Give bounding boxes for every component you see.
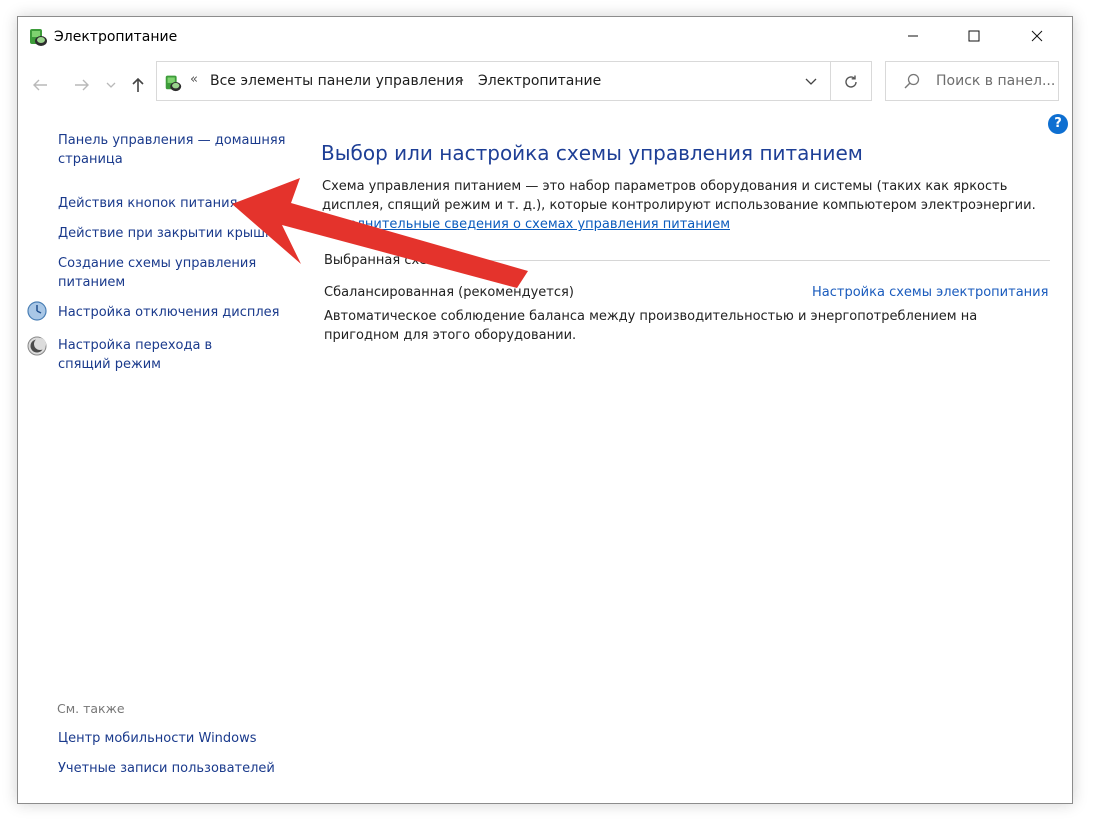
close-icon	[1031, 30, 1043, 42]
selected-plan-label: Выбранная схема	[324, 253, 445, 268]
description-text: Схема управления питанием — это набор па…	[322, 179, 1036, 213]
recent-locations-button[interactable]	[102, 73, 120, 97]
window-title: Электропитание	[54, 29, 178, 45]
minimize-icon	[908, 35, 918, 37]
lid-close-action-link[interactable]: Действие при закрытии крышки	[58, 224, 281, 243]
create-power-plan-link[interactable]: Создание схемы управления питанием	[58, 254, 268, 292]
control-panel-icon	[163, 72, 183, 92]
change-plan-settings-link[interactable]: Настройка схемы электропитания	[812, 285, 1048, 300]
arrow-right-icon	[75, 79, 89, 91]
balanced-plan-name: Сбалансированная (рекомендуется)	[324, 285, 574, 300]
arrow-left-icon	[33, 79, 47, 91]
breadcrumb-all-control-panel-items[interactable]: Все элементы панели управления	[210, 73, 463, 89]
turn-off-display-link[interactable]: Настройка отключения дисплея	[58, 303, 280, 322]
sleep-settings-link[interactable]: Настройка перехода в спящий режим	[58, 336, 268, 374]
power-options-icon	[27, 25, 49, 47]
page-title: Выбор или настройка схемы управления пит…	[321, 141, 863, 165]
refresh-icon	[845, 75, 857, 88]
power-buttons-action-link[interactable]: Действия кнопок питания	[58, 194, 237, 213]
chevron-down-icon	[805, 78, 817, 85]
windows-mobility-center-link[interactable]: Центр мобильности Windows	[58, 729, 257, 748]
power-options-window: Электропитание « Все элементы панели упр…	[17, 16, 1073, 804]
control-panel-home-link[interactable]: Панель управления — домашняя страница	[58, 131, 288, 169]
maximize-icon	[968, 30, 980, 42]
breadcrumb-overflow-icon[interactable]: «	[190, 72, 198, 87]
search-input[interactable]	[936, 71, 1056, 91]
chevron-down-icon	[106, 82, 116, 88]
refresh-button[interactable]	[839, 71, 863, 93]
address-bar[interactable]: « Все элементы панели управления › Элект…	[156, 61, 872, 101]
breadcrumb-power-options[interactable]: Электропитание	[478, 73, 601, 89]
balanced-plan-description: Автоматическое соблюдение баланса между …	[324, 309, 978, 343]
section-divider	[428, 260, 1050, 261]
sleep-moon-icon	[26, 335, 48, 357]
title-bar: Электропитание	[18, 17, 1072, 59]
help-icon[interactable]: ?	[1048, 114, 1068, 134]
minimize-button[interactable]	[890, 17, 936, 55]
close-button[interactable]	[1014, 17, 1060, 55]
see-also-heading: См. также	[57, 701, 125, 716]
more-info-link[interactable]: Дополнительные сведения о схемах управле…	[322, 217, 730, 232]
address-history-button[interactable]	[801, 71, 821, 91]
breadcrumb-separator-icon[interactable]: ›	[459, 73, 464, 88]
maximize-button[interactable]	[951, 17, 997, 55]
back-button[interactable]	[28, 73, 52, 97]
page-description: Схема управления питанием — это набор па…	[322, 177, 1042, 234]
user-accounts-link[interactable]: Учетные записи пользователей	[58, 759, 275, 778]
address-divider	[830, 62, 831, 100]
forward-button[interactable]	[70, 73, 94, 97]
display-monitor-icon	[26, 300, 48, 322]
search-box[interactable]	[885, 61, 1059, 101]
up-button[interactable]	[126, 73, 150, 97]
arrow-up-icon	[132, 77, 144, 92]
search-icon	[904, 73, 920, 93]
